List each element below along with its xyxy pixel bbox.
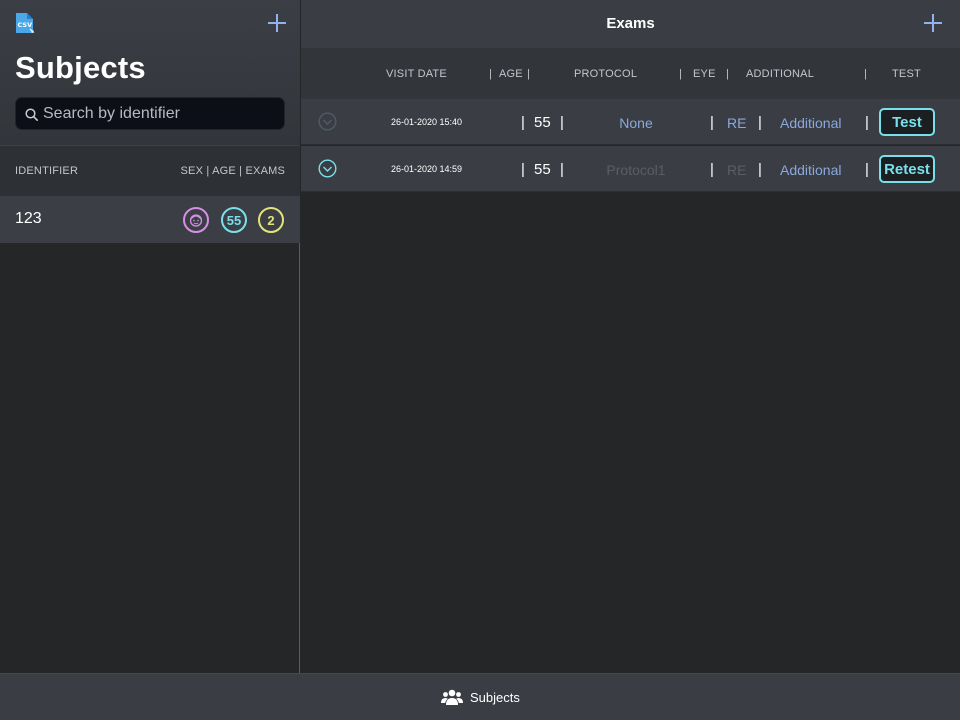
subjects-column-header: IDENTIFIER SEX | AGE | EXAMS bbox=[0, 145, 300, 196]
column-separator: | bbox=[710, 161, 714, 178]
subjects-panel: CSV Subjects IDENTIFIER SEX | AGE | EXAM… bbox=[0, 0, 300, 673]
exams-panel: Exams VISIT DATE | AGE | PROTOCOL | EYE … bbox=[301, 0, 960, 673]
tab-bar: Subjects bbox=[0, 673, 960, 720]
eye-value[interactable]: RE bbox=[727, 115, 746, 131]
additional-link[interactable]: Additional bbox=[780, 162, 842, 178]
column-separator: | bbox=[489, 68, 493, 80]
exams-title: Exams bbox=[606, 15, 655, 32]
subject-identifier: 123 bbox=[15, 210, 42, 227]
chevron-down-circle-icon[interactable] bbox=[318, 159, 337, 178]
svg-text:CSV: CSV bbox=[18, 21, 33, 29]
exam-row[interactable]: 26-01-2020 14:59 | 55 | Protocol1 | RE |… bbox=[301, 146, 960, 192]
column-separator: | bbox=[679, 68, 683, 80]
column-separator: | bbox=[865, 161, 869, 178]
visit-date-column-label: VISIT DATE bbox=[386, 68, 447, 80]
age-badge: 55 bbox=[221, 207, 247, 233]
column-separator: | bbox=[758, 161, 762, 178]
test-column-label: TEST bbox=[892, 68, 921, 80]
identifier-column-label: IDENTIFIER bbox=[15, 165, 79, 177]
csv-file-icon[interactable]: CSV bbox=[14, 12, 36, 35]
protocol-link[interactable]: Protocol1 bbox=[581, 162, 691, 178]
exam-age: 55 bbox=[534, 114, 551, 131]
column-separator: | bbox=[521, 161, 525, 178]
visit-date: 26-01-2020 15:40 bbox=[391, 117, 463, 127]
exam-row[interactable]: 26-01-2020 15:40 | 55 | None | RE | Addi… bbox=[301, 99, 960, 145]
subjects-header-bar: CSV Subjects bbox=[0, 0, 300, 145]
chevron-down-circle-icon[interactable] bbox=[318, 112, 337, 131]
tab-subjects[interactable]: Subjects bbox=[441, 686, 520, 708]
sex-badge bbox=[183, 207, 209, 233]
eye-column-label: EYE bbox=[693, 68, 716, 80]
column-separator: | bbox=[527, 68, 531, 80]
add-exam-button[interactable] bbox=[924, 14, 942, 32]
subject-row[interactable]: 123 55 2 bbox=[0, 196, 300, 243]
column-separator: | bbox=[560, 114, 564, 131]
search-icon bbox=[25, 108, 38, 121]
additional-column-label: ADDITIONAL bbox=[746, 68, 815, 80]
people-group-icon bbox=[441, 689, 463, 705]
exams-column-header: VISIT DATE | AGE | PROTOCOL | EYE | ADDI… bbox=[301, 48, 960, 99]
column-separator: | bbox=[865, 114, 869, 131]
add-subject-button[interactable] bbox=[268, 14, 286, 32]
column-separator: | bbox=[521, 114, 525, 131]
additional-link[interactable]: Additional bbox=[780, 115, 842, 131]
column-separator: | bbox=[710, 114, 714, 131]
exams-count-badge: 2 bbox=[258, 207, 284, 233]
protocol-column-label: PROTOCOL bbox=[574, 68, 638, 80]
age-column-label: AGE bbox=[499, 68, 523, 80]
retest-button[interactable]: Retest bbox=[879, 155, 935, 183]
visit-date: 26-01-2020 14:59 bbox=[391, 164, 463, 174]
column-separator: | bbox=[726, 68, 730, 80]
protocol-link[interactable]: None bbox=[581, 115, 691, 131]
tab-label: Subjects bbox=[470, 689, 520, 705]
eye-value[interactable]: RE bbox=[727, 162, 746, 178]
search-input[interactable] bbox=[43, 98, 278, 129]
exams-header-bar: Exams bbox=[301, 0, 960, 48]
column-separator: | bbox=[758, 114, 762, 131]
test-button[interactable]: Test bbox=[879, 108, 935, 136]
sex-age-exams-column-label: SEX | AGE | EXAMS bbox=[180, 165, 285, 177]
page-title: Subjects bbox=[15, 50, 146, 85]
search-bar[interactable] bbox=[15, 97, 285, 130]
female-face-icon bbox=[189, 214, 203, 227]
column-separator: | bbox=[864, 68, 868, 80]
column-separator: | bbox=[560, 161, 564, 178]
exam-age: 55 bbox=[534, 161, 551, 178]
